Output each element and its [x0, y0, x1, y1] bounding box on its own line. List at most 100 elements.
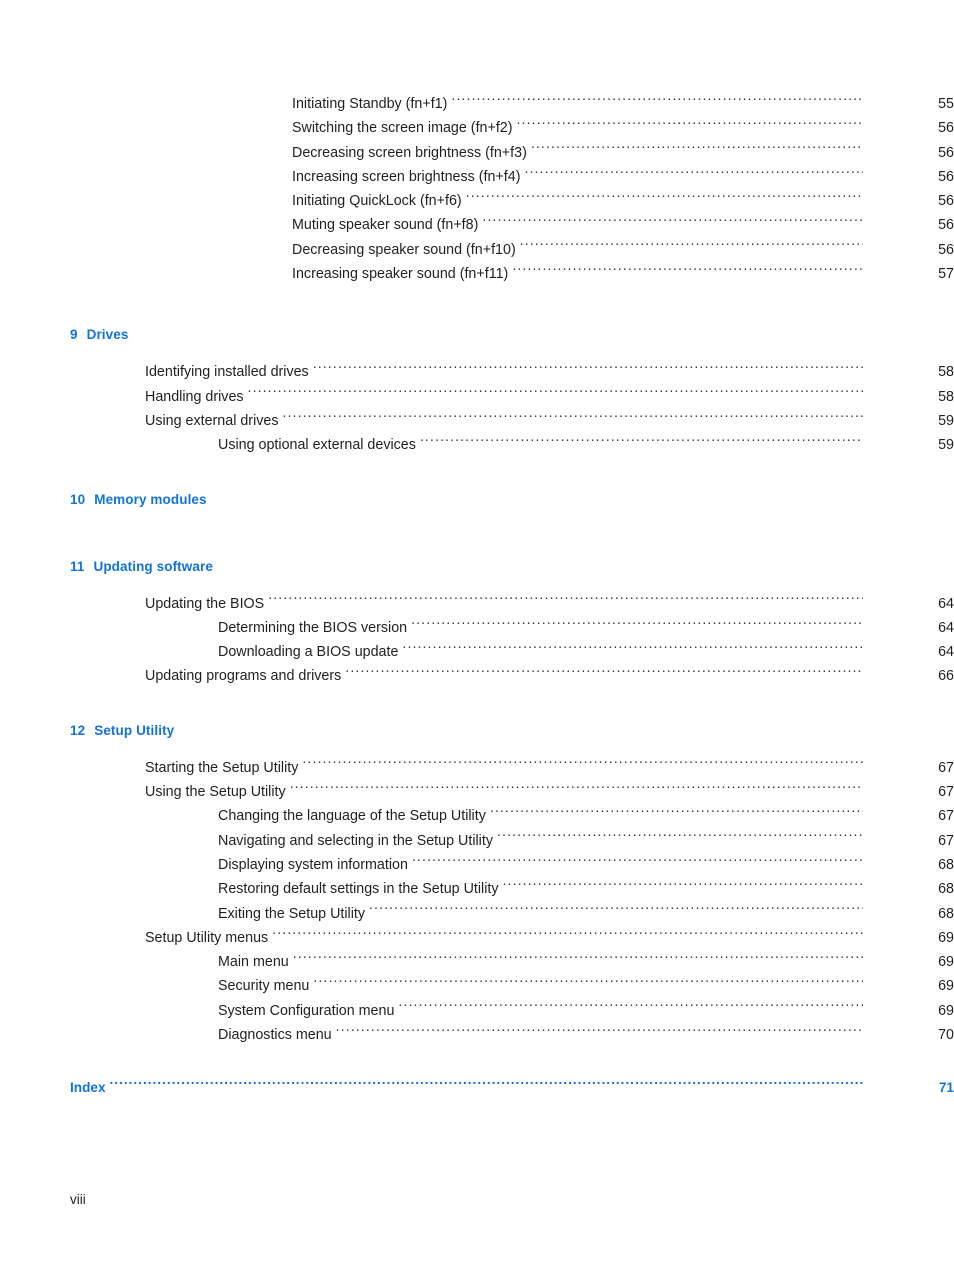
toc-entry-title: Diagnostics menu	[218, 1027, 332, 1044]
toc-entry-page-number: 68	[938, 856, 954, 873]
dot-leader	[398, 1000, 863, 1014]
heading-spacer	[0, 342, 954, 360]
toc-entry[interactable]: Downloading a BIOS update 64	[218, 640, 954, 664]
index-page-number: 71	[938, 1080, 954, 1096]
dot-leader	[451, 94, 863, 108]
toc-entry[interactable]: Using external drives 59	[145, 409, 954, 433]
dot-leader	[402, 642, 863, 656]
toc-entry-page-number: 69	[938, 929, 954, 946]
toc-entry-page-number: 59	[938, 437, 954, 454]
toc-index-entry[interactable]: Index 71	[70, 1076, 954, 1100]
toc-entry-title: Downloading a BIOS update	[218, 644, 399, 661]
chapter-heading-memory-modules[interactable]: 10 Memory modules	[70, 492, 954, 507]
toc-entry[interactable]: Increasing speaker sound (fn+f11) 57	[292, 262, 954, 286]
toc-entry-title: Handling drives	[145, 388, 244, 405]
index-label: Index	[70, 1080, 106, 1096]
toc-entry[interactable]: Diagnostics menu 70	[218, 1023, 954, 1047]
dot-leader	[290, 782, 863, 796]
chapter-number: 11	[70, 558, 85, 574]
toc-entry[interactable]: Navigating and selecting in the Setup Ut…	[218, 829, 954, 853]
dot-leader	[268, 593, 863, 607]
dot-leader	[336, 1025, 863, 1039]
toc-entry-title: Updating programs and drivers	[145, 668, 342, 685]
chapter-title: Updating software	[93, 558, 213, 574]
toc-entry-title: System Configuration menu	[218, 1002, 395, 1019]
index-spacer	[0, 1047, 954, 1076]
toc-entry-title: Changing the language of the Setup Utili…	[218, 808, 486, 825]
toc-entry-title: Using the Setup Utility	[145, 784, 286, 801]
chapter-heading-updating-software[interactable]: 11 Updating software	[70, 559, 954, 574]
heading-spacer	[0, 507, 954, 525]
toc-entry-page-number: 67	[938, 832, 954, 849]
toc-entry-title: Using external drives	[145, 412, 279, 429]
dot-leader	[531, 142, 863, 156]
toc-entry[interactable]: Decreasing speaker sound (fn+f10) 56	[292, 238, 954, 262]
toc-entry-title: Decreasing speaker sound (fn+f10)	[292, 241, 516, 258]
toc-entry-title: Increasing screen brightness (fn+f4)	[292, 168, 521, 185]
dot-leader	[369, 903, 863, 917]
toc-entry[interactable]: Using the Setup Utility 67	[145, 780, 954, 804]
toc-entry-title: Increasing speaker sound (fn+f11)	[292, 266, 509, 283]
toc-entry[interactable]: Determining the BIOS version 64	[218, 616, 954, 640]
toc-entry-title: Security menu	[218, 978, 310, 995]
toc-entry[interactable]: Starting the Setup Utility 67	[145, 756, 954, 780]
dot-leader	[490, 806, 863, 820]
dot-leader	[272, 928, 863, 942]
toc-entry[interactable]: Identifying installed drives 58	[145, 360, 954, 384]
toc-entry-title: Displaying system information	[218, 856, 408, 873]
chapter-title: Setup Utility	[94, 722, 175, 738]
toc-entry[interactable]: Security menu 69	[218, 974, 954, 998]
dot-leader	[293, 952, 863, 966]
toc-entry[interactable]: Main menu 69	[218, 950, 954, 974]
toc-entry-page-number: 56	[938, 193, 954, 210]
chapter-heading-setup-utility[interactable]: 12 Setup Utility	[70, 723, 954, 738]
toc-entry-title: Initiating QuickLock (fn+f6)	[292, 193, 462, 210]
toc-entry[interactable]: Decreasing screen brightness (fn+f3) 56	[292, 141, 954, 165]
page-folio: viii	[70, 1192, 86, 1207]
toc-entry-page-number: 67	[938, 808, 954, 825]
dot-leader	[503, 879, 863, 893]
chapter-title: Memory modules	[94, 491, 207, 507]
toc-entry-title: Updating the BIOS	[145, 595, 265, 612]
toc-entry[interactable]: Updating the BIOS 64	[145, 592, 954, 616]
toc-entry-title: Main menu	[218, 954, 289, 971]
toc-entry[interactable]: Updating programs and drivers 66	[145, 664, 954, 688]
toc-entry[interactable]: Initiating Standby (fn+f1) 55	[292, 92, 954, 116]
toc-entry-page-number: 67	[938, 784, 954, 801]
toc-entry-page-number: 67	[938, 759, 954, 776]
toc-entry[interactable]: Setup Utility menus 69	[145, 926, 954, 950]
chapter-title: Drives	[86, 327, 129, 343]
toc-entry[interactable]: Initiating QuickLock (fn+f6) 56	[292, 189, 954, 213]
dot-leader	[520, 239, 863, 253]
toc-entry[interactable]: Muting speaker sound (fn+f8) 56	[292, 213, 954, 237]
toc-entry-page-number: 68	[938, 881, 954, 898]
toc-entry-title: Decreasing screen brightness (fn+f3)	[292, 144, 527, 161]
dot-leader	[345, 666, 863, 680]
toc-entry[interactable]: Switching the screen image (fn+f2) 56	[292, 116, 954, 140]
toc-entry-page-number: 64	[938, 595, 954, 612]
toc-entry-page-number: 56	[938, 144, 954, 161]
toc-entry-title: Starting the Setup Utility	[145, 759, 299, 776]
toc-entry[interactable]: Changing the language of the Setup Utili…	[218, 804, 954, 828]
toc-entry[interactable]: Displaying system information 68	[218, 853, 954, 877]
chapter-number: 12	[70, 722, 86, 738]
toc-entry[interactable]: Exiting the Setup Utility 68	[218, 902, 954, 926]
chapter-heading-drives[interactable]: 9 Drives	[70, 327, 954, 342]
dot-leader	[420, 435, 863, 449]
toc-entry[interactable]: Restoring default settings in the Setup …	[218, 877, 954, 901]
toc-entry-title: Navigating and selecting in the Setup Ut…	[218, 832, 493, 849]
toc-entry[interactable]: System Configuration menu 69	[218, 999, 954, 1023]
dot-leader	[466, 191, 863, 205]
toc-entry[interactable]: Using optional external devices 59	[218, 433, 954, 457]
toc-entry-page-number: 58	[938, 364, 954, 381]
toc-entry[interactable]: Handling drives 58	[145, 385, 954, 409]
toc-entry-page-number: 56	[938, 120, 954, 137]
toc-entry-page-number: 56	[938, 241, 954, 258]
toc-entry-page-number: 64	[938, 619, 954, 636]
dot-leader	[302, 757, 863, 771]
dot-leader	[411, 618, 863, 632]
toc-entry[interactable]: Increasing screen brightness (fn+f4) 56	[292, 165, 954, 189]
